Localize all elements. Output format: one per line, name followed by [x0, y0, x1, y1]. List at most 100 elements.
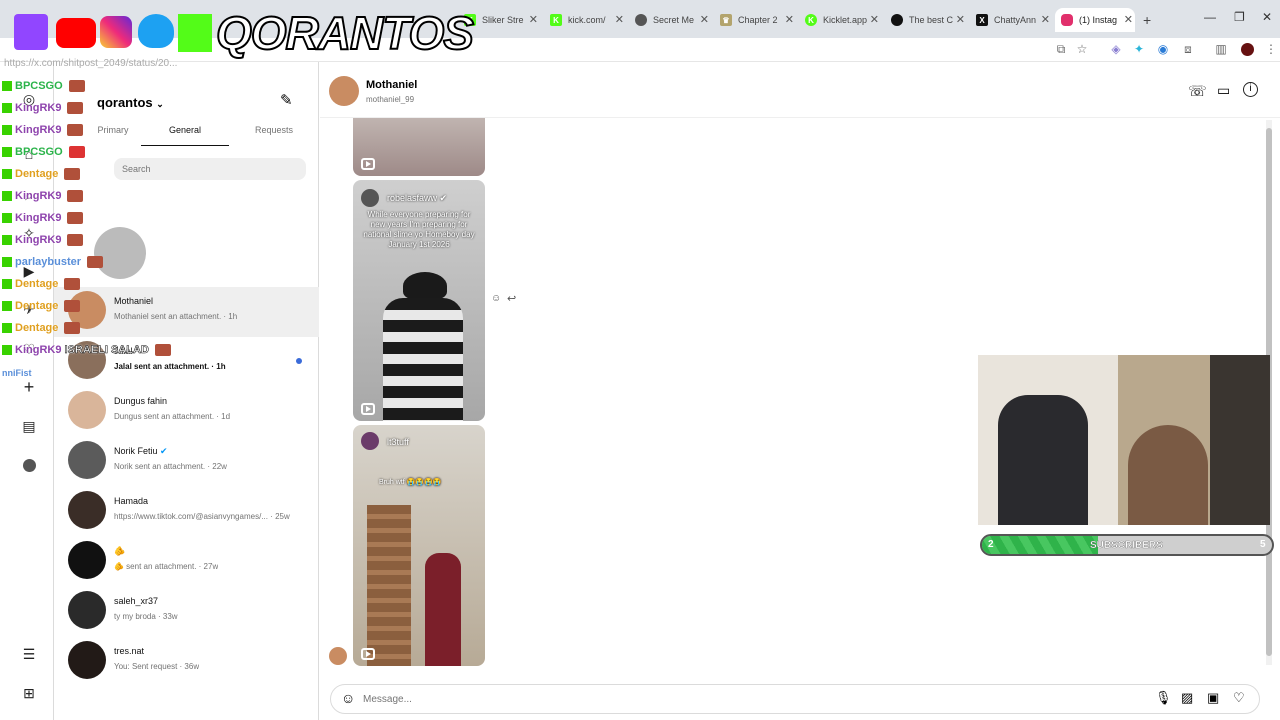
overlay-chat-line: BPCSGO — [2, 80, 85, 93]
profile-avatar[interactable] — [1238, 40, 1256, 58]
kick-badge-icon — [2, 235, 12, 246]
puzzle-icon[interactable]: ⧈ — [1179, 40, 1197, 58]
verified-icon: ✔ — [160, 446, 168, 456]
conversation-item[interactable]: Mothaniel Mothaniel sent an attachment. … — [54, 287, 319, 337]
emote-icon — [64, 300, 81, 313]
conversation-name: Hamada — [114, 496, 149, 506]
overlay-chat-line: Dentage — [2, 322, 81, 335]
reel-attachment[interactable]: lt3tuff Bruh wtf 😭😭😭😭 — [353, 425, 485, 666]
overlay-chat-line: KingRK9 ISRAELI SALAD — [2, 344, 171, 356]
emoji-icon[interactable]: ☺ — [341, 690, 355, 706]
overlay-url-text: https://x.com/shitpost_2049/status/20... — [4, 58, 178, 69]
conversation-item[interactable]: Norik Fetiu ✔ Norik sent an attachment. … — [54, 437, 319, 487]
close-tab-icon[interactable]: ✕ — [1041, 13, 1050, 26]
browser-tab[interactable]: K kick.com/ ✕ — [544, 8, 626, 32]
emote-icon — [87, 256, 104, 269]
conversation-item[interactable]: 🫵 🫵 sent an attachment. · 27w — [54, 537, 319, 587]
restore-icon[interactable]: ❐ — [1234, 10, 1245, 24]
kick-badge-icon — [2, 81, 12, 92]
phone-icon[interactable]: ☏ — [1188, 82, 1207, 100]
tab-requests[interactable]: Requests — [234, 125, 314, 135]
close-tab-icon[interactable]: ✕ — [615, 13, 624, 26]
kick-badge-icon — [2, 169, 12, 180]
reel-attachment[interactable]: robelasfaww ✔ While everyone preparing f… — [353, 180, 485, 421]
close-tab-icon[interactable]: ✕ — [956, 13, 965, 26]
chat-avatar[interactable] — [329, 76, 359, 106]
close-tab-icon[interactable]: ✕ — [870, 13, 879, 26]
note-avatar[interactable] — [94, 227, 146, 279]
reel-figure-body — [383, 298, 463, 421]
cast-icon[interactable]: ⧉ — [1052, 40, 1070, 58]
subscriber-count: 2 — [988, 539, 994, 550]
tab-label: Chapter 2 — [738, 15, 778, 25]
close-tab-icon[interactable]: ✕ — [785, 13, 794, 26]
reel-figure — [425, 553, 461, 666]
more-menu-icon[interactable]: ☰ — [20, 645, 38, 663]
kicklet-favicon-icon: K — [805, 14, 817, 26]
overlay-chat-line: KingRK9 — [2, 190, 84, 203]
kick-badge-icon — [2, 191, 12, 202]
sidebar-toggle-icon[interactable]: ▥ — [1212, 40, 1230, 58]
webcam-person — [1128, 425, 1208, 525]
image-icon[interactable]: ▨ — [1181, 690, 1193, 706]
avatar — [68, 541, 106, 579]
reel-user-avatar — [361, 189, 379, 207]
reel-attachment[interactable] — [353, 118, 485, 176]
tab-primary[interactable]: Primary — [78, 125, 148, 135]
compose-icon[interactable]: ✎ — [280, 91, 293, 109]
overlay-chat-line: Dentage — [2, 278, 81, 291]
bookmark-star-icon[interactable]: ☆ — [1073, 40, 1091, 58]
sticker-icon[interactable]: ▣ — [1207, 690, 1219, 706]
chat-header: Mothaniel mothaniel_99 ☏ ▭ i — [320, 62, 1280, 118]
extension-icon[interactable]: ✦ — [1130, 40, 1148, 58]
reel-user-avatar — [361, 432, 379, 450]
conversation-item[interactable]: saleh_xr37 ty my broda · 33w — [54, 587, 319, 637]
close-tab-icon[interactable]: ✕ — [700, 13, 709, 26]
browser-tab[interactable]: X ChattyAnn ✕ — [970, 8, 1052, 32]
close-tab-icon[interactable]: ✕ — [529, 13, 538, 26]
emoji-react-icon[interactable]: ☺ — [491, 293, 501, 304]
conversation-item[interactable]: Hamada https://www.tiktok.com/@asianvyng… — [54, 487, 319, 537]
browser-tab-active[interactable]: (1) Instag ✕ — [1055, 8, 1135, 32]
conversation-item[interactable]: tres.nat You: Sent request · 36w — [54, 637, 319, 687]
instagram-logo-icon — [100, 16, 132, 48]
browser-tab[interactable]: The best C ✕ — [885, 8, 967, 32]
video-call-icon[interactable]: ▭ — [1217, 82, 1230, 99]
twitch-icon — [14, 14, 48, 50]
minimize-icon[interactable]: — — [1204, 10, 1216, 24]
info-icon[interactable]: i — [1243, 82, 1258, 97]
close-tab-icon[interactable]: ✕ — [1124, 13, 1133, 26]
close-window-icon[interactable]: ✕ — [1262, 10, 1272, 24]
message-input[interactable] — [363, 690, 1063, 708]
conversation-preview: https://www.tiktok.com/@asianvyngames/..… — [114, 512, 290, 521]
reel-caption: While everyone preparing for new years I… — [363, 210, 475, 249]
conversation-list: qorantos ⌄ ✎ Primary General Requests Mo… — [54, 62, 319, 720]
chat-title[interactable]: Mothaniel — [366, 79, 417, 91]
conversation-preview: You: Sent request · 36w — [114, 662, 200, 671]
reel-figure-head — [403, 272, 447, 300]
browser-tab[interactable]: ♛ Chapter 2 ✕ — [714, 8, 796, 32]
create-icon[interactable]: + — [20, 377, 38, 397]
x-favicon-icon: X — [976, 14, 988, 26]
emote-icon — [67, 190, 84, 203]
profile-icon[interactable] — [20, 456, 38, 474]
tab-label: (1) Instag — [1079, 15, 1118, 25]
new-tab-icon[interactable]: + — [1143, 12, 1151, 28]
account-switcher[interactable]: qorantos ⌄ — [97, 95, 164, 110]
reply-icon[interactable]: ↩ — [507, 292, 516, 305]
extension-icon[interactable]: ◈ — [1107, 40, 1125, 58]
heart-icon[interactable]: ♡ — [1233, 690, 1245, 706]
secret-favicon-icon — [635, 14, 647, 26]
reel-stone-pillar — [367, 505, 411, 666]
menu-kebab-icon[interactable]: ⋮ — [1262, 40, 1280, 58]
dashboard-icon[interactable]: ▤ — [20, 417, 38, 435]
search-input[interactable] — [114, 158, 306, 180]
extension-icon[interactable]: ◉ — [1154, 40, 1172, 58]
browser-tab[interactable]: K Kicklet.app ✕ — [799, 8, 881, 32]
avatar — [68, 641, 106, 679]
threads-icon[interactable]: ⊞ — [20, 684, 38, 702]
tab-general[interactable]: General — [141, 125, 229, 135]
microphone-icon[interactable]: 🎙 — [1155, 690, 1172, 706]
conversation-item[interactable]: Dungus fahin Dungus sent an attachment. … — [54, 387, 319, 437]
browser-tab[interactable]: Secret Me ✕ — [629, 8, 711, 32]
